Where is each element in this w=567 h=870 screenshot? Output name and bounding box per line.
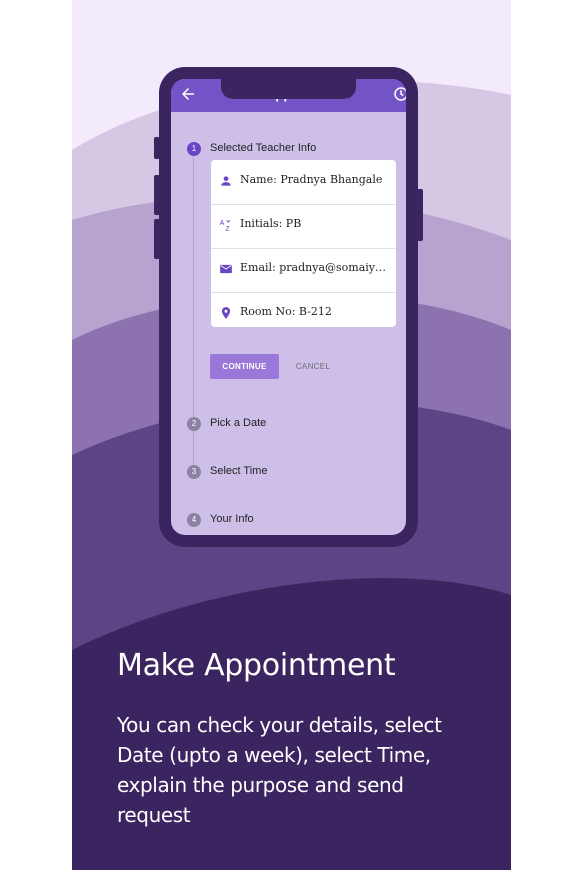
- step-1-label[interactable]: Selected Teacher Info: [210, 142, 316, 154]
- svg-text:Z: Z: [225, 226, 230, 232]
- history-icon[interactable]: [392, 85, 406, 103]
- step-3-label[interactable]: Select Time: [210, 465, 267, 477]
- teacher-email: Email: pradnya@somaiya...: [240, 261, 392, 274]
- info-row-initials: A Z Initials: PB: [211, 204, 396, 249]
- step-2-label[interactable]: Pick a Date: [210, 417, 266, 429]
- teacher-initials: Initials: PB: [240, 217, 302, 230]
- step-2-indicator[interactable]: 2: [187, 417, 201, 431]
- cancel-button[interactable]: CANCEL: [287, 354, 339, 379]
- step-1-indicator[interactable]: 1: [187, 142, 201, 156]
- info-row-name: Name: Pradnya Bhangale: [211, 160, 396, 205]
- person-icon: [221, 176, 231, 186]
- phone-mockup: Book Appointment 1 Selected Teacher Info…: [154, 67, 423, 547]
- caption-body: You can check your details, select Date …: [117, 713, 442, 827]
- info-row-room: Room No: B-212: [211, 292, 396, 336]
- teacher-room: Room No: B-212: [240, 305, 332, 318]
- phone-notch: [221, 79, 356, 99]
- continue-button[interactable]: CONTINUE: [210, 354, 279, 379]
- step-3-indicator[interactable]: 3: [187, 465, 201, 479]
- email-icon: [220, 264, 232, 274]
- info-row-email: Email: pradnya@somaiya...: [211, 248, 396, 293]
- teacher-info-card: Name: Pradnya Bhangale A Z Initials: PB: [211, 160, 396, 327]
- step-4-indicator[interactable]: 4: [187, 513, 201, 527]
- caption-title: Make Appointment: [117, 648, 396, 683]
- sort-alpha-icon: A Z: [220, 220, 231, 232]
- svg-text:A: A: [220, 220, 225, 227]
- step-4-label[interactable]: Your Info: [210, 513, 254, 525]
- onboarding-card: Book Appointment 1 Selected Teacher Info…: [72, 0, 511, 870]
- location-pin-icon: [221, 307, 231, 319]
- teacher-name: Name: Pradnya Bhangale: [240, 173, 383, 186]
- phone-screen: Book Appointment 1 Selected Teacher Info…: [171, 79, 406, 535]
